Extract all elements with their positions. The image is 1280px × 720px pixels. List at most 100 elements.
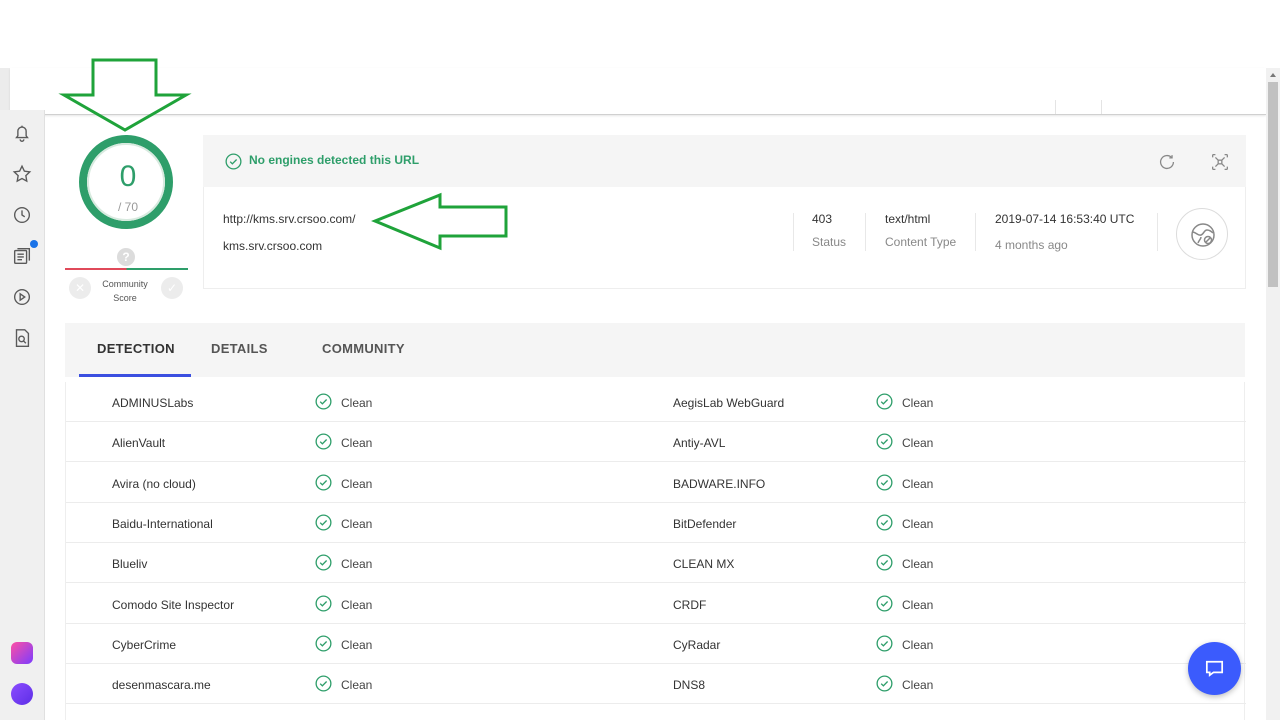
engine-result: Clean	[341, 436, 373, 451]
browser-band	[0, 30, 1280, 68]
total-engines: / 70	[117, 200, 138, 214]
clean-check-icon	[315, 514, 332, 531]
engine-result: Clean	[341, 597, 373, 612]
engine-name: Comodo Site Inspector	[112, 597, 235, 612]
engine-name: ADMINUSLabs	[112, 396, 194, 410]
browser-sidebar	[0, 110, 45, 720]
scanned-url[interactable]: http://kms.srv.crsoo.com/	[223, 212, 355, 226]
refresh-icon[interactable]	[1156, 151, 1178, 173]
status-label: Status	[812, 235, 847, 249]
active-tab-indicator	[79, 374, 191, 377]
detected-count: 0	[119, 160, 137, 193]
table-row: Baidu-International Clean BitDefender Clean	[66, 503, 1246, 543]
engine-result: Clean	[902, 597, 934, 612]
detection-table: ADMINUSLabs Clean AegisLab WebGuard Clean Al…	[65, 382, 1246, 720]
meta-divider	[1157, 213, 1158, 251]
check-circle-icon	[225, 153, 242, 170]
engine-name: CLEAN MX	[673, 557, 735, 572]
engine-result: Clean	[902, 476, 934, 491]
engine-result: Clean	[902, 637, 934, 652]
analysis-relative-date: 4 months ago	[995, 238, 1068, 252]
engine-name: AegisLab WebGuard	[673, 396, 785, 410]
top-blank-area	[0, 0, 1280, 30]
clean-check-icon	[876, 594, 893, 612]
clean-check-icon	[876, 393, 893, 410]
engine-result: Clean	[902, 396, 934, 410]
engine-name: Baidu-International	[112, 516, 213, 531]
meta-divider	[865, 213, 866, 251]
table-row: ADMINUSLabs Clean AegisLab WebGuard Clean	[66, 382, 1246, 422]
engine-result: Clean	[341, 678, 373, 693]
clean-check-icon	[315, 474, 332, 491]
engine-name: CyberCrime	[112, 637, 177, 652]
tab-community[interactable]: COMMUNITY	[322, 341, 405, 356]
chat-bubble-icon	[1205, 660, 1224, 677]
detection-score-ring: 0 / 70	[79, 135, 173, 229]
search-doc-icon[interactable]	[11, 327, 33, 349]
engine-result: Clean	[902, 557, 934, 572]
engine-name: Avira (no cloud)	[112, 476, 196, 491]
engine-result: Clean	[341, 476, 373, 491]
engine-name: CRDF	[673, 597, 707, 612]
vote-harmless-button[interactable]: ✓	[161, 277, 183, 299]
app-launcher-icon[interactable]	[11, 642, 33, 664]
clean-check-icon	[876, 554, 893, 571]
url-globe-icon	[1176, 208, 1228, 260]
clean-check-icon	[876, 675, 893, 692]
bell-icon[interactable]	[11, 122, 33, 144]
meta-divider	[793, 213, 794, 251]
vote-malicious-button[interactable]: ✕	[69, 277, 91, 299]
community-score-label-line2: Score	[113, 293, 137, 303]
scanned-host[interactable]: kms.srv.crsoo.com	[223, 239, 322, 253]
clock-icon[interactable]	[11, 204, 33, 226]
engine-name: Antiy-AVL	[673, 436, 726, 451]
clean-check-icon	[876, 433, 893, 450]
engine-result: Clean	[341, 396, 373, 410]
engine-result: Clean	[341, 516, 373, 531]
table-row: Comodo Site Inspector Clean CRDF Clean	[66, 584, 1246, 624]
report-tabs: DETECTION DETAILS COMMUNITY	[65, 323, 1245, 377]
engine-name: Blueliv	[112, 557, 148, 572]
engine-result: Clean	[902, 678, 934, 693]
community-score-bar	[65, 268, 188, 270]
table-row: desenmascara.me Clean DNS8 Clean	[66, 664, 1246, 705]
table-row: Blueliv Clean CLEAN MX Clean	[66, 543, 1246, 584]
engine-name: BitDefender	[673, 516, 737, 531]
engine-name: BADWARE.INFO	[673, 476, 766, 491]
alice-assistant-icon[interactable]	[11, 683, 33, 705]
tab-detection[interactable]: DETECTION	[97, 341, 175, 356]
engine-name: CyRadar	[673, 637, 721, 652]
community-score-label-line1: Community	[102, 279, 148, 289]
chat-button[interactable]	[1188, 642, 1241, 695]
engine-name: desenmascara.me	[112, 678, 211, 693]
scroll-up-icon[interactable]	[1268, 70, 1278, 80]
community-unknown-badge: ?	[117, 248, 135, 266]
tab-details[interactable]: DETAILS	[211, 341, 268, 356]
table-row: CyberCrime Clean CyRadar Clean	[66, 624, 1246, 664]
clean-check-icon	[876, 514, 893, 531]
news-icon[interactable]	[11, 245, 33, 267]
star-icon[interactable]	[11, 163, 33, 185]
analysis-date: 2019-07-14 16:53:40 UTC	[995, 212, 1135, 226]
clean-check-icon	[876, 474, 893, 491]
scrollbar-thumb[interactable]	[1268, 82, 1278, 287]
table-row: AlienVault Clean Antiy-AVL Clean	[66, 422, 1246, 463]
result-message: No engines detected this URL	[249, 153, 420, 167]
graph-icon[interactable]	[1209, 151, 1231, 173]
clean-check-icon	[315, 433, 332, 450]
header-tab-stub	[1055, 100, 1102, 114]
content-type-label: Content Type	[885, 235, 957, 249]
result-banner: No engines detected this URL	[203, 135, 1246, 187]
content-type-value: text/html	[885, 212, 931, 226]
clean-check-icon	[315, 393, 332, 410]
play-icon[interactable]	[11, 286, 33, 308]
status-value: 403	[812, 212, 833, 226]
notification-dot	[30, 240, 38, 248]
engine-name: AlienVault	[112, 436, 166, 451]
table-row: Avira (no cloud) Clean BADWARE.INFO Clean	[66, 463, 1246, 503]
url-info-card: http://kms.srv.crsoo.com/ kms.srv.crsoo.…	[203, 187, 1246, 289]
meta-divider	[975, 213, 976, 251]
clean-check-icon	[315, 675, 332, 692]
engine-result: Clean	[341, 637, 373, 652]
engine-name: DNS8	[673, 678, 706, 693]
